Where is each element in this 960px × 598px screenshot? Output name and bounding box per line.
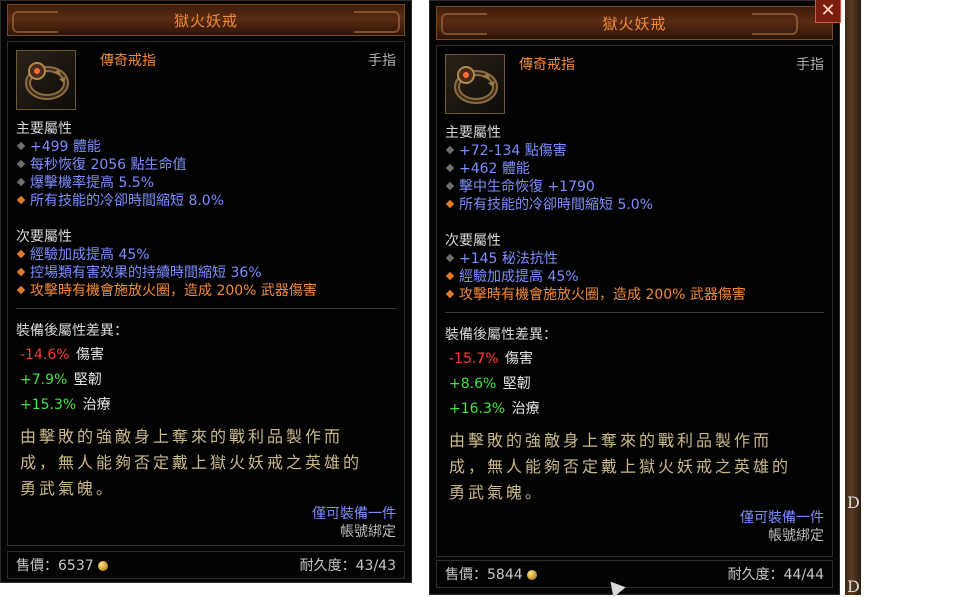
account-bound-note: 帳號綁定 — [340, 524, 396, 540]
stat-bullet-icon — [16, 285, 26, 295]
secondary-stat: 經驗加成提高 45% — [16, 244, 150, 264]
legendary-affix: 攻擊時有機會施放火圈，造成 200% 武器傷害 — [445, 284, 746, 304]
item-title-bar: 獄火妖戒 — [7, 4, 405, 36]
flavor-text: 由擊敗的強敵身上奪來的戰利品製作而 成，無人能夠否定戴上獄火妖戒之英雄的 勇武氣… — [20, 427, 363, 498]
background-text: D — [847, 493, 860, 512]
item-title-bar: 獄火妖戒 — [436, 6, 833, 40]
stat-bullet-icon — [445, 163, 455, 173]
durability: 耐久度：43/43 — [299, 558, 396, 574]
primary-stat: 爆擊機率提高 5.5% — [16, 172, 154, 192]
stat-compare-row: +8.6% 堅韌 — [449, 376, 531, 392]
stat-bullet-icon — [445, 289, 455, 299]
equip-limit-note: 僅可裝備一件 — [740, 510, 824, 526]
stat-compare-row: +16.3% 治療 — [449, 401, 540, 417]
item-footer: 售價：5844 耐久度：44/44 — [436, 560, 833, 588]
title-ornament-icon — [354, 11, 400, 33]
primary-stat: +462 體能 — [445, 158, 530, 178]
stat-bullet-icon — [445, 145, 455, 155]
item-details-panel: 傳奇戒指 手指 主要屬性 +72-134 點傷害 +462 體能 擊中生命恢復 … — [436, 45, 833, 557]
stat-compare-row: +7.9% 堅韌 — [20, 372, 102, 388]
stat-bullet-icon — [16, 141, 26, 151]
close-button[interactable]: ✕ — [815, 0, 841, 23]
primary-stats-header: 主要屬性 — [16, 121, 72, 137]
stat-bullet-icon — [16, 249, 26, 259]
title-ornament-icon — [752, 13, 798, 35]
stat-compare-row: -15.7% 傷害 — [449, 351, 533, 367]
game-background-strip: D D — [845, 0, 861, 596]
sell-price: 售價：6537 — [16, 555, 108, 575]
item-footer: 售價：6537 耐久度：43/43 — [7, 551, 405, 579]
stat-bullet-icon — [16, 195, 26, 205]
primary-stat: 所有技能的冷卻時間縮短 5.0% — [445, 194, 653, 214]
item-slot: 手指 — [796, 57, 824, 73]
stat-compare-row: -14.6% 傷害 — [20, 347, 104, 363]
stat-compare-header: 裝備後屬性差異： — [445, 327, 557, 343]
ring-item-icon — [445, 54, 505, 114]
secondary-stat: 經驗加成提高 45% — [445, 266, 579, 286]
title-ornament-icon — [12, 11, 58, 33]
stat-bullet-icon — [445, 253, 455, 263]
stat-compare-header: 裝備後屬性差異： — [16, 323, 128, 339]
gold-coin-icon — [526, 570, 537, 580]
item-tooltip-compare: 獄火妖戒 ✕ 傳奇戒指 手指 主要屬性 +72-134 點傷害 +462 體能 … — [429, 0, 841, 595]
stat-bullet-icon — [445, 271, 455, 281]
secondary-stats-header: 次要屬性 — [445, 233, 501, 249]
ring-item-icon — [16, 50, 76, 110]
item-slot: 手指 — [368, 53, 396, 69]
background-text: D — [847, 577, 860, 596]
item-details-panel: 傳奇戒指 手指 主要屬性 +499 體能 每秒恢復 2056 點生命值 爆擊機率… — [7, 41, 405, 546]
item-name: 獄火妖戒 — [173, 11, 238, 30]
stat-bullet-icon — [16, 159, 26, 169]
secondary-stat: 控場類有害效果的持續時間縮短 36% — [16, 262, 262, 282]
primary-stat: 擊中生命恢復 +1790 — [445, 176, 595, 196]
secondary-stat: +145 秘法抗性 — [445, 248, 558, 268]
flavor-text: 由擊敗的強敵身上奪來的戰利品製作而 成，無人能夠否定戴上獄火妖戒之英雄的 勇武氣… — [449, 431, 792, 502]
secondary-stats-header: 次要屬性 — [16, 229, 72, 245]
item-name: 獄火妖戒 — [602, 14, 667, 33]
sell-price: 售價：5844 — [445, 564, 537, 584]
primary-stats-header: 主要屬性 — [445, 125, 501, 141]
title-ornament-icon — [441, 13, 487, 35]
durability: 耐久度：44/44 — [727, 567, 824, 583]
stat-bullet-icon — [445, 181, 455, 191]
gold-coin-icon — [97, 561, 108, 571]
stat-compare-row: +15.3% 治療 — [20, 397, 111, 413]
stat-bullet-icon — [445, 199, 455, 209]
primary-stat: +72-134 點傷害 — [445, 140, 567, 160]
item-rarity-type: 傳奇戒指 — [519, 57, 575, 73]
primary-stat: 每秒恢復 2056 點生命值 — [16, 154, 187, 174]
primary-stat: +499 體能 — [16, 136, 101, 156]
account-bound-note: 帳號綁定 — [768, 528, 824, 544]
item-rarity-type: 傳奇戒指 — [100, 53, 156, 69]
legendary-affix: 攻擊時有機會施放火圈，造成 200% 武器傷害 — [16, 280, 317, 300]
section-divider — [445, 312, 824, 313]
stat-bullet-icon — [16, 267, 26, 277]
equip-limit-note: 僅可裝備一件 — [312, 506, 396, 522]
section-divider — [16, 308, 396, 309]
primary-stat: 所有技能的冷卻時間縮短 8.0% — [16, 190, 224, 210]
item-tooltip-equipped: 獄火妖戒 傳奇戒指 手指 主要屬性 +499 體能 每秒恢復 2056 點生命值… — [0, 0, 412, 583]
stat-bullet-icon — [16, 177, 26, 187]
